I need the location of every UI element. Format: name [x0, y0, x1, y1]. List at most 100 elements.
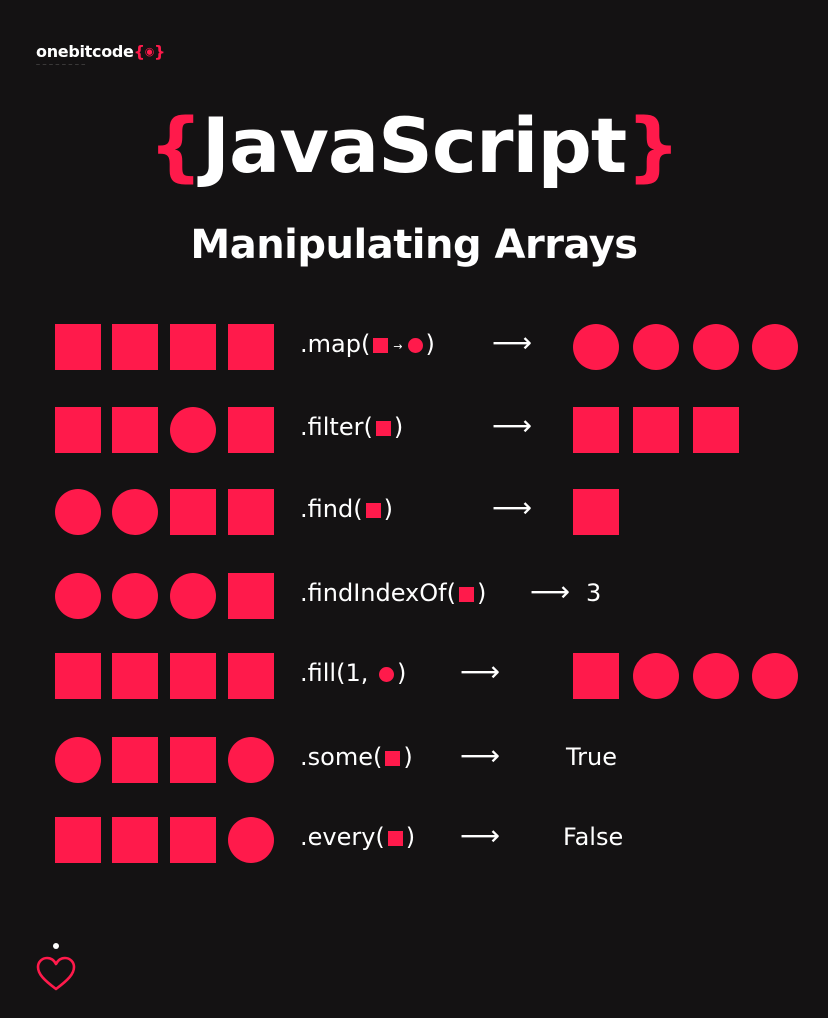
- output-circle: [633, 324, 679, 370]
- input-square: [112, 737, 158, 783]
- method-row: .every() ⟶ False: [0, 813, 828, 873]
- arg-square: [365, 503, 381, 518]
- method-name: .every(: [300, 823, 385, 851]
- method-name: .fill(1,: [300, 659, 376, 687]
- method-close: ): [383, 495, 393, 523]
- input-square: [112, 324, 158, 370]
- input-square: [228, 489, 274, 535]
- arg-square: [458, 587, 474, 602]
- input-square: [228, 573, 274, 619]
- output-circle: [633, 653, 679, 699]
- input-square: [55, 324, 101, 370]
- arg-arrow-icon: →: [393, 340, 403, 353]
- input-square: [55, 653, 101, 699]
- output-circle: [693, 324, 739, 370]
- arg-square: [373, 338, 389, 353]
- method-close: ): [405, 823, 416, 851]
- method-call: .map( →): [300, 330, 435, 358]
- output-square: [693, 407, 739, 453]
- brand-tagline: — — — — — — — —: [36, 62, 86, 67]
- title-word: JavaScript: [201, 101, 627, 190]
- input-circle: [112, 489, 158, 535]
- method-call: .find(): [300, 495, 393, 523]
- output-square: [573, 407, 619, 453]
- page-title: {JavaScript}: [0, 108, 828, 184]
- method-call: .filter(): [300, 413, 403, 441]
- method-call: .findIndexOf(): [300, 579, 486, 607]
- arrow-icon: ⟶: [460, 739, 501, 772]
- input-circle: [170, 573, 216, 619]
- method-name: .map(: [300, 330, 371, 358]
- method-close: ): [393, 413, 404, 441]
- input-square: [170, 817, 216, 863]
- method-call: .every(): [300, 823, 415, 851]
- output-circle: [752, 324, 798, 370]
- page-subtitle: Manipulating Arrays: [190, 222, 638, 268]
- input-square: [170, 653, 216, 699]
- method-close: ): [476, 579, 487, 607]
- method-call: .some(): [300, 743, 413, 771]
- method-row: .filter() ⟶: [0, 403, 828, 463]
- input-square: [112, 653, 158, 699]
- indicator-dot: [53, 943, 59, 949]
- input-square: [55, 407, 101, 453]
- brand-brace-close: }: [154, 42, 166, 61]
- title-brace-open: {: [148, 101, 203, 190]
- brand-face-icon: ◉: [144, 45, 155, 58]
- input-circle: [55, 573, 101, 619]
- input-circle: [55, 737, 101, 783]
- arg-square: [375, 421, 391, 436]
- method-row: .fill(1, ) ⟶: [0, 649, 828, 709]
- input-square: [228, 653, 274, 699]
- input-circle: [228, 737, 274, 783]
- arg-circle: [407, 338, 423, 353]
- input-square: [170, 737, 216, 783]
- method-row: .find() ⟶: [0, 485, 828, 545]
- heart-icon[interactable]: [36, 956, 76, 992]
- output-circle: [573, 324, 619, 370]
- output-circle: [752, 653, 798, 699]
- output-value: True: [566, 743, 617, 771]
- output-circle: [693, 653, 739, 699]
- input-square: [112, 817, 158, 863]
- method-row: .map( →) ⟶: [0, 320, 828, 380]
- method-name: .findIndexOf(: [300, 579, 456, 607]
- arg-circle: [378, 667, 394, 682]
- input-circle: [112, 573, 158, 619]
- arrow-icon: ⟶: [492, 491, 533, 524]
- method-close: ): [396, 659, 407, 687]
- input-square: [170, 489, 216, 535]
- arg-square: [385, 751, 401, 766]
- arrow-icon: ⟶: [530, 575, 571, 608]
- method-name: .find(: [300, 495, 363, 523]
- method-name: .some(: [300, 743, 383, 771]
- arrow-icon: ⟶: [460, 655, 501, 688]
- method-row: .findIndexOf() ⟶ 3: [0, 569, 828, 629]
- output-square: [633, 407, 679, 453]
- arrow-icon: ⟶: [492, 409, 533, 442]
- brand-name: onebitcode: [36, 42, 134, 61]
- input-circle: [170, 407, 216, 453]
- method-name: .filter(: [300, 413, 373, 441]
- input-square: [112, 407, 158, 453]
- arg-square: [387, 831, 403, 846]
- arrow-icon: ⟶: [492, 326, 533, 359]
- input-square: [55, 817, 101, 863]
- title-brace-close: }: [626, 101, 680, 190]
- output-square: [573, 489, 619, 535]
- method-call: .fill(1, ): [300, 659, 406, 687]
- method-close: ): [425, 330, 435, 358]
- method-row: .some() ⟶ True: [0, 733, 828, 793]
- input-circle: [228, 817, 274, 863]
- input-square: [228, 407, 274, 453]
- method-close: ): [403, 743, 413, 771]
- output-square: [573, 653, 619, 699]
- input-circle: [55, 489, 101, 535]
- input-square: [228, 324, 274, 370]
- output-value: 3: [586, 579, 602, 607]
- output-value: False: [563, 823, 624, 851]
- arrow-icon: ⟶: [460, 819, 501, 852]
- input-square: [170, 324, 216, 370]
- brand-brace-open: {: [133, 42, 145, 61]
- brand-logo: onebitcode{◉}: [36, 42, 165, 61]
